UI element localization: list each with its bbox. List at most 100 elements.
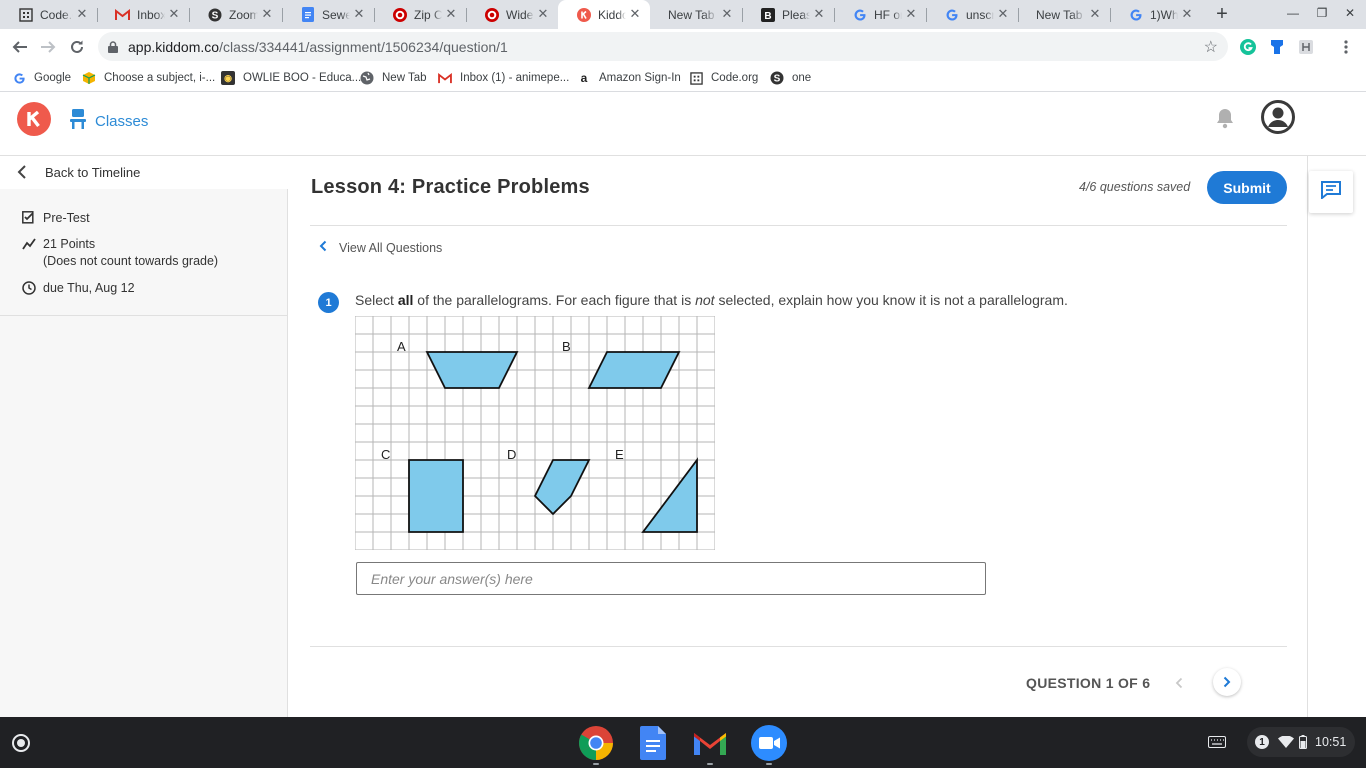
comments-button[interactable] [1309,171,1353,213]
docs-icon[interactable] [635,725,671,761]
bookmark-item[interactable]: Code.org [689,69,758,87]
google-icon [1128,7,1143,22]
browser-tab[interactable]: New Tab ✕ [650,0,742,29]
close-tab-icon[interactable]: ✕ [167,7,181,21]
close-tab-icon[interactable]: ✕ [444,7,458,21]
notification-bell-icon[interactable] [1215,107,1235,134]
extension-puzzle-icon[interactable] [1268,38,1286,56]
back-to-timeline-button[interactable]: Back to Timeline [0,156,288,189]
bookmark-item[interactable]: S one [770,69,811,87]
gmail-icon [115,7,130,22]
gmail-icon [438,71,452,85]
bookmark-star-icon[interactable]: ☆ [1204,37,1218,57]
clock-time: 10:51 [1315,735,1347,749]
running-indicator [707,763,713,765]
browser-tab[interactable]: Wide Right ✕ [466,0,558,29]
close-tab-icon[interactable]: ✕ [536,7,550,21]
browser-tab[interactable]: Code.org ✕ [0,0,97,29]
url-host: app.kiddom.co [128,39,220,55]
assignment-type-label: Pre-Test [43,211,90,225]
browser-tab[interactable]: 1)Which ✕ [1110,0,1202,29]
menu-kebab-icon[interactable] [1337,38,1355,56]
code-org-icon [18,7,33,22]
bookmark-item[interactable]: Choose a subject, i-... [82,69,215,87]
submit-button[interactable]: Submit [1207,171,1287,204]
b-icon: B [760,7,775,22]
browser-tab[interactable]: S Zoom Login ✕ [189,0,282,29]
due-date-label: due Thu, Aug 12 [43,281,135,295]
back-arrow-icon[interactable] [9,36,31,58]
reload-icon[interactable] [66,36,88,58]
close-tab-icon[interactable]: ✕ [75,7,89,21]
docs-icon [300,7,315,22]
kiddom-logo[interactable] [17,102,51,136]
url-text: app.kiddom.co/class/334441/assignment/15… [128,39,508,55]
owl-icon: ◉ [221,71,235,85]
bookmark-label: New Tab [382,72,427,84]
user-avatar[interactable] [1261,100,1295,134]
divider [310,225,1287,226]
extension-icon[interactable] [1297,38,1315,56]
bookmark-item[interactable]: Inbox (1) - animepe... [438,69,569,87]
bookmark-item[interactable]: Google [12,69,71,87]
close-tab-icon[interactable]: ✕ [260,7,274,21]
chair-icon [70,109,86,133]
browser-tab-active[interactable]: Kiddom ✕ [558,0,650,29]
target-icon [484,7,499,22]
view-all-questions-link[interactable]: View All Questions [319,240,442,255]
question-prompt: Select all of the parallelograms. For ea… [355,292,1068,308]
previous-question-button[interactable] [1169,673,1189,693]
bookmark-item[interactable]: New Tab [360,69,427,87]
launcher-icon[interactable] [12,734,30,752]
prompt-emphasis: not [695,292,715,308]
google-icon [944,7,959,22]
browser-tab[interactable]: unscramble ✕ [926,0,1018,29]
browser-tab[interactable]: HF or F ✕ [834,0,926,29]
close-tab-icon[interactable]: ✕ [628,7,642,21]
classes-link[interactable]: Classes [70,109,148,133]
app-header: Classes [0,93,1366,156]
browser-tab[interactable]: B Please ✕ [742,0,834,29]
zoom-icon[interactable] [751,725,787,761]
grammarly-icon[interactable] [1239,38,1257,56]
svg-text:B: B [764,11,771,22]
figure-c-rectangle [408,459,464,533]
tab-divider [466,8,467,22]
bookmarks-bar: Google Choose a subject, i-... ◉ OWLIE B… [0,64,1366,92]
answer-input[interactable] [356,562,986,595]
maximize-icon[interactable]: ❐ [1314,6,1330,20]
address-bar[interactable]: app.kiddom.co/class/334441/assignment/15… [98,32,1228,61]
minimize-icon[interactable]: — [1285,6,1301,20]
browser-tab[interactable]: Inbox (1) ✕ [97,0,189,29]
close-tab-icon[interactable]: ✕ [1088,7,1102,21]
bookmark-label: one [792,72,812,84]
tab-title: 1)Which [1150,8,1178,22]
browser-tab[interactable]: Zip Clock ✕ [374,0,466,29]
prompt-text: Select [355,292,398,308]
close-tab-icon[interactable]: ✕ [720,7,734,21]
assignment-meta: Pre-Test 21 Points (Does not count towar… [0,189,288,316]
browser-tab[interactable]: Sewell ✕ [282,0,374,29]
figure-label-b: B [562,339,571,354]
trend-icon [22,237,36,251]
close-tab-icon[interactable]: ✕ [352,7,366,21]
next-question-button[interactable] [1213,668,1241,696]
figure-b-parallelogram [587,351,681,389]
gmail-icon[interactable] [692,725,728,761]
chrome-icon[interactable] [578,725,614,761]
tab-divider [742,8,743,22]
tab-title: New Tab [1036,8,1083,22]
close-tab-icon[interactable]: ✕ [1180,7,1194,21]
close-tab-icon[interactable]: ✕ [996,7,1010,21]
browser-tab[interactable]: New Tab ✕ [1018,0,1110,29]
bookmark-item[interactable]: a Amazon Sign-In [577,69,681,87]
bookmark-item[interactable]: ◉ OWLIE BOO - Educa... [221,69,361,87]
forward-arrow-icon[interactable] [37,36,59,58]
close-window-icon[interactable]: ✕ [1342,6,1358,20]
close-tab-icon[interactable]: ✕ [812,7,826,21]
new-tab-button[interactable]: + [1212,4,1232,25]
keyboard-icon[interactable] [1208,725,1226,759]
close-tab-icon[interactable]: ✕ [904,7,918,21]
notification-badge[interactable]: 1 [1255,725,1269,759]
tab-title: Kiddom [598,8,626,22]
